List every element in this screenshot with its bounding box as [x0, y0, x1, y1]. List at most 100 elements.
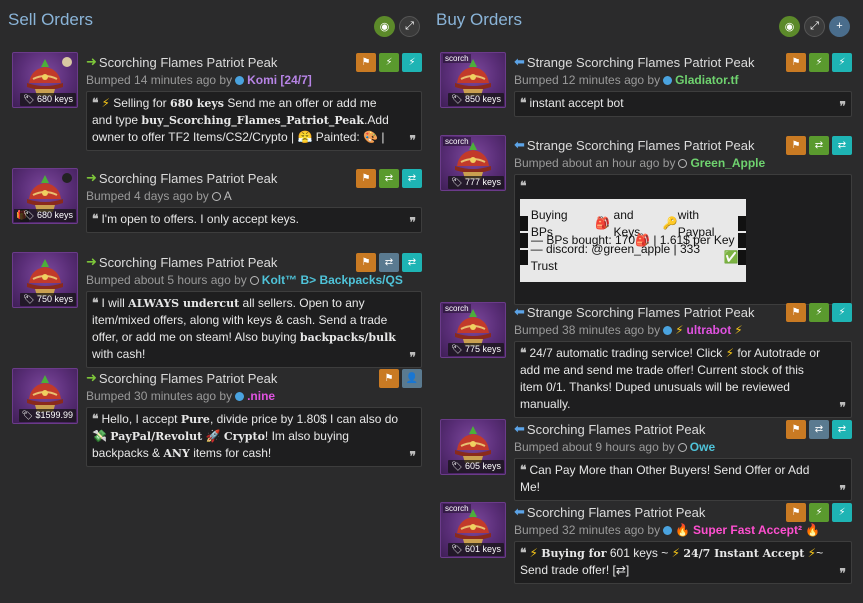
- flag-icon[interactable]: ⚑: [356, 52, 376, 72]
- quote-close-icon: ❞: [839, 400, 846, 414]
- hat-icon: [451, 309, 495, 347]
- swap-icon[interactable]: ⇄: [402, 168, 422, 188]
- sell-arrow-icon: ➜: [86, 254, 97, 269]
- hat-icon: [451, 59, 495, 97]
- listing-title[interactable]: ➜ Scorching Flames Patriot Peak: [86, 370, 277, 386]
- quote-open-icon: ❝: [92, 212, 99, 226]
- sell-arrow-icon: ➜: [86, 54, 97, 69]
- bumped-info: Bumped about an hour ago by Green_Apple: [514, 156, 766, 170]
- price-tag: 🏷 680 keys: [20, 209, 76, 222]
- buy-orders-header: Buy Orders ◉ ⤢ +: [436, 0, 852, 48]
- add-friend-icon[interactable]: 👤: [402, 368, 422, 388]
- flag-icon[interactable]: ⚑: [786, 419, 806, 439]
- user-status-icon: [663, 525, 673, 535]
- swap-icon[interactable]: ⇄: [832, 419, 852, 439]
- lightning-icon[interactable]: ⚡: [402, 52, 422, 72]
- listing-title[interactable]: ⬅ Strange Scorching Flames Patriot Peak: [514, 304, 755, 320]
- user-status-icon: [663, 75, 673, 85]
- item-icon[interactable]: scorch 🏷 777 keys: [440, 135, 506, 191]
- price-tag: 🏷 605 keys: [448, 460, 504, 473]
- flag-icon[interactable]: ⚑: [356, 168, 376, 188]
- user-status-icon: [677, 442, 687, 452]
- username-link[interactable]: Green_Apple: [690, 156, 765, 170]
- flag-icon[interactable]: ⚑: [786, 502, 806, 522]
- sell-orders-header: Sell Orders ◉ ⤢: [8, 0, 422, 48]
- user-status-icon: [235, 75, 245, 85]
- expand-icon[interactable]: ⤢: [399, 15, 420, 37]
- listing-title[interactable]: ⬅ Strange Scorching Flames Patriot Peak: [514, 137, 755, 153]
- item-icon[interactable]: 🎁 🏷 680 keys: [12, 168, 78, 224]
- listing-title[interactable]: ⬅ Scorching Flames Patriot Peak: [514, 504, 705, 520]
- bumped-info: Bumped about 5 hours ago by Kolt™ B> Bac…: [86, 273, 403, 287]
- flag-icon[interactable]: ⚑: [786, 135, 806, 155]
- swap-icon[interactable]: ⇄: [379, 168, 399, 188]
- listing-message: ❝ Buying BPs 🎒 and Keys 🔑 with Paypal — BP…: [514, 174, 852, 305]
- add-icon[interactable]: +: [829, 15, 850, 37]
- item-icon[interactable]: 🏷 750 keys: [12, 252, 78, 308]
- eye-icon[interactable]: ◉: [374, 15, 395, 37]
- username-link[interactable]: A: [224, 189, 232, 203]
- lightning-icon[interactable]: ⚡: [809, 302, 829, 322]
- username-link[interactable]: ultrabot: [687, 323, 732, 337]
- lightning-icon[interactable]: ⚡: [809, 502, 829, 522]
- bumped-info: Bumped 4 days ago by A: [86, 189, 232, 203]
- lightning-icon[interactable]: ⚡: [832, 302, 852, 322]
- swap-icon[interactable]: ⇄: [379, 252, 399, 272]
- price-tag: 🏷 750 keys: [20, 293, 76, 306]
- item-icon[interactable]: 🏷 680 keys: [12, 52, 78, 108]
- listing-title[interactable]: ➜ Scorching Flames Patriot Peak: [86, 170, 277, 186]
- sell-orders-title: Sell Orders: [8, 10, 94, 29]
- username-link[interactable]: Kolt™ B> Backpacks/QS: [262, 273, 403, 287]
- item-icon[interactable]: 🏷 $1599.99: [12, 368, 78, 424]
- bumped-info: Bumped 38 minutes ago by ⚡ ultrabot ⚡: [514, 323, 743, 337]
- flag-icon[interactable]: ⚑: [356, 252, 376, 272]
- lightning-icon[interactable]: ⚡: [379, 52, 399, 72]
- sell-arrow-icon: ➜: [86, 170, 97, 185]
- hat-icon: [23, 175, 67, 213]
- lightning-icon[interactable]: ⚡: [832, 52, 852, 72]
- price-tag: 🏷 775 keys: [448, 343, 504, 356]
- buy-arrow-icon: ⬅: [514, 54, 525, 69]
- hat-icon: [23, 259, 67, 297]
- username-link[interactable]: Super Fast Accept²: [693, 523, 802, 537]
- listing-title[interactable]: ➜ Scorching Flames Patriot Peak: [86, 254, 277, 270]
- username-link[interactable]: Gladiator.tf: [675, 73, 738, 87]
- lightning-icon[interactable]: ⚡: [809, 52, 829, 72]
- username-link[interactable]: Komi [24/7]: [247, 73, 312, 87]
- hat-icon: [451, 509, 495, 547]
- listing-title[interactable]: ⬅ Scorching Flames Patriot Peak: [514, 421, 705, 437]
- listing-title[interactable]: ➜ Scorching Flames Patriot Peak: [86, 54, 277, 70]
- user-status-icon: [235, 391, 245, 401]
- paint-dot-icon: [62, 57, 72, 67]
- user-status-icon: [678, 158, 688, 168]
- price-tag: 🏷 680 keys: [20, 93, 76, 106]
- swap-icon[interactable]: ⇄: [809, 135, 829, 155]
- item-icon[interactable]: scorch 🏷 775 keys: [440, 302, 506, 358]
- flag-icon[interactable]: ⚑: [786, 302, 806, 322]
- price-tag: 🏷 601 keys: [448, 543, 504, 556]
- bumped-info: Bumped 30 minutes ago by .nine: [86, 389, 276, 403]
- item-icon[interactable]: scorch 🏷 601 keys: [440, 502, 506, 558]
- sell-orders-column: Sell Orders ◉ ⤢ 🏷 680 keys ➜ Scorching Fl…: [8, 0, 422, 467]
- expand-icon[interactable]: ⤢: [804, 15, 825, 37]
- bumped-info: Bumped about 9 hours ago by Owe: [514, 440, 716, 454]
- hat-icon: [451, 142, 495, 180]
- item-icon[interactable]: 🏷 605 keys: [440, 419, 506, 475]
- buy-arrow-icon: ⬅: [514, 421, 525, 436]
- item-icon[interactable]: scorch 🏷 850 keys: [440, 52, 506, 108]
- listing-title[interactable]: ⬅ Strange Scorching Flames Patriot Peak: [514, 54, 755, 70]
- eye-icon[interactable]: ◉: [779, 15, 800, 37]
- quote-close-icon: ❞: [839, 566, 846, 580]
- flag-icon[interactable]: ⚑: [379, 368, 399, 388]
- lightning-icon[interactable]: ⚡: [832, 502, 852, 522]
- quote-close-icon: ❞: [409, 215, 416, 229]
- swap-icon[interactable]: ⇄: [832, 135, 852, 155]
- username-link[interactable]: Owe: [690, 440, 715, 454]
- listing-message: ❝ I will ALWAYS undercut all sellers. Ope…: [86, 291, 422, 368]
- swap-icon[interactable]: ⇄: [809, 419, 829, 439]
- listing-message: ❝ I'm open to offers. I only accept keys.…: [86, 207, 422, 233]
- swap-icon[interactable]: ⇄: [402, 252, 422, 272]
- username-link[interactable]: .nine: [247, 389, 275, 403]
- flag-icon[interactable]: ⚑: [786, 52, 806, 72]
- price-tag: 🏷 777 keys: [448, 176, 504, 189]
